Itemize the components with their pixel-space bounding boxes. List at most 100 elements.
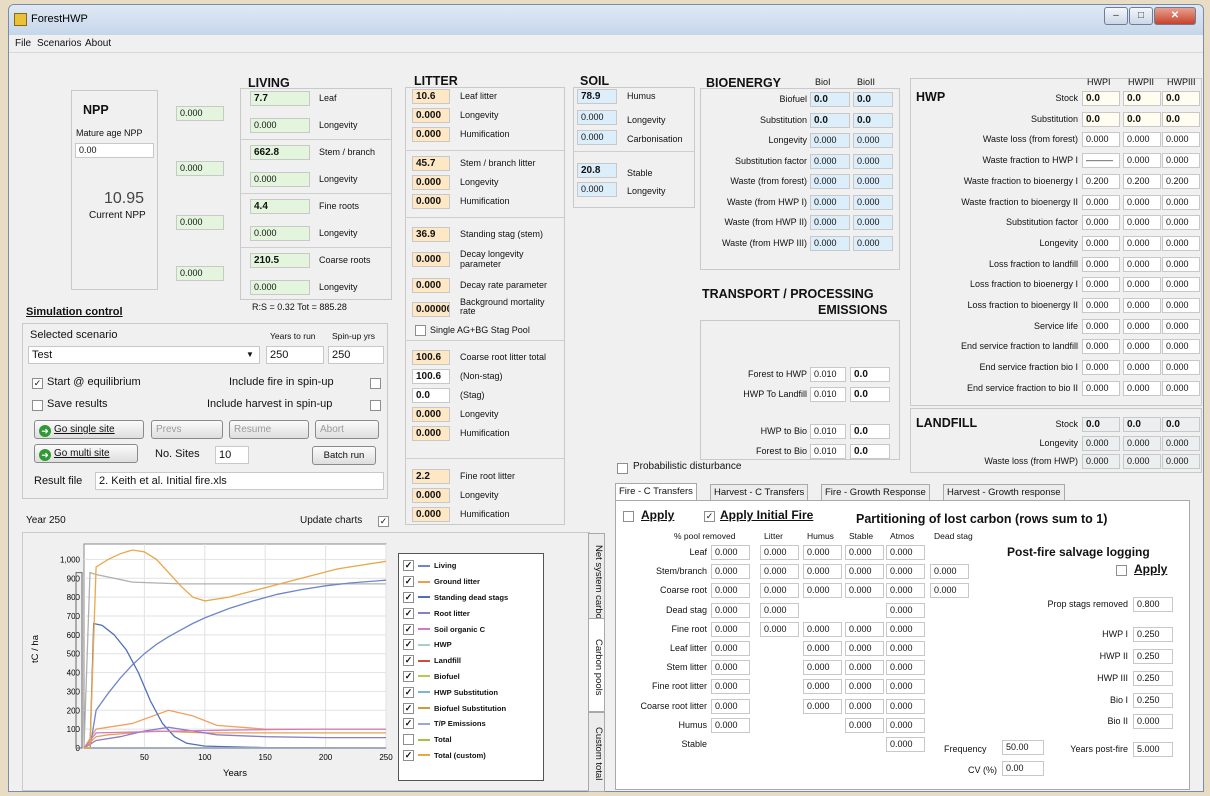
fire-input[interactable]: 0.000 — [803, 641, 842, 656]
bio2-input[interactable]: 0.0 — [853, 112, 893, 128]
npp-alloc-fine-roots[interactable]: 0.000 — [176, 215, 224, 230]
fire-input[interactable]: 0.000 — [711, 717, 750, 733]
stable-longevity[interactable]: 0.000 — [577, 182, 617, 197]
fire-input[interactable]: 0.000 — [803, 621, 842, 637]
fire-input[interactable]: 0.000 — [803, 564, 842, 580]
bio1-input[interactable]: 0.000 — [810, 153, 850, 169]
fire-input[interactable]: 0.000 — [711, 545, 750, 560]
landfill-input[interactable]: 0.000 — [1123, 435, 1161, 451]
fire-input[interactable]: 0.000 — [845, 698, 884, 714]
legend-item[interactable]: ✓ Soil organic C — [403, 621, 543, 637]
legend-item[interactable]: ✓ T/P Emissions — [403, 716, 543, 732]
salvage-input[interactable]: 0.250 — [1133, 649, 1173, 664]
hwp-input[interactable]: 0.0 — [1123, 91, 1161, 106]
bio2-input[interactable]: 0.000 — [853, 235, 893, 251]
coarse-longevity-value[interactable]: 0.000 — [412, 407, 450, 422]
result-file-input[interactable]: 2. Keith et al. Initial fire.xls — [95, 472, 384, 490]
years-input[interactable]: 250 — [266, 346, 324, 364]
living-pool-value[interactable]: 662.8 — [250, 145, 310, 160]
living-pool-value[interactable]: 210.5 — [250, 253, 310, 268]
npp-alloc-stem[interactable]: 0.000 — [176, 161, 224, 176]
scenario-select[interactable]: Test — [28, 346, 260, 364]
hwp-input[interactable]: 0.200 — [1123, 173, 1161, 189]
salvage-input[interactable]: 0.250 — [1133, 627, 1173, 642]
landfill-input[interactable]: 0.000 — [1082, 454, 1120, 469]
coarse-stag-value[interactable]: 0.0 — [412, 388, 450, 403]
landfill-input[interactable]: 0.000 — [1162, 454, 1200, 469]
no-sites-input[interactable]: 10 — [215, 446, 249, 464]
menu-file[interactable]: File — [15, 38, 31, 49]
hwp-input[interactable]: 0.000 — [1082, 215, 1120, 231]
fire-input[interactable]: 0.000 — [760, 583, 799, 599]
stem-litter-value[interactable]: 45.7 — [412, 156, 450, 171]
abort-button[interactable]: Abort — [315, 420, 379, 439]
hwp-input[interactable]: 0.200 — [1082, 173, 1120, 189]
landfill-input[interactable]: 0.0 — [1162, 417, 1200, 432]
living-pool-value[interactable]: 4.4 — [250, 199, 310, 214]
tp-value[interactable]: 0.0 — [850, 387, 890, 402]
fire-input[interactable]: 0.000 — [803, 679, 842, 695]
hwp-input[interactable]: 0.000 — [1123, 132, 1161, 148]
bio1-input[interactable]: 0.0 — [810, 112, 850, 128]
hwp-input[interactable]: 0.000 — [1162, 194, 1200, 210]
tab-harvest-growth[interactable]: Harvest - Growth response — [943, 484, 1065, 501]
fire-input[interactable]: 0.000 — [845, 641, 884, 656]
harvest-spin-checkbox[interactable] — [370, 400, 381, 411]
stag-decay-rate[interactable]: 0.000 — [412, 278, 450, 293]
hwp-input[interactable]: 0.000 — [1123, 339, 1161, 355]
legend-checkbox[interactable]: ✓ — [403, 639, 414, 651]
hwp-input[interactable]: 0.000 — [1123, 215, 1161, 231]
apply-initial-fire-checkbox[interactable]: ✓ — [704, 511, 715, 522]
hwp-input[interactable]: ——— — [1082, 153, 1120, 169]
hwp-input[interactable]: 0.000 — [1123, 318, 1161, 334]
fire-input[interactable]: 0.000 — [886, 564, 925, 580]
hwp-input[interactable]: 0.0 — [1162, 91, 1200, 106]
hwp-input[interactable]: 0.000 — [1082, 235, 1120, 251]
hwp-input[interactable]: 0.000 — [1123, 235, 1161, 251]
legend-checkbox[interactable]: ✓ — [403, 749, 414, 761]
go-multi-button[interactable]: ➜ Go multi site — [34, 444, 138, 463]
salvage-input[interactable]: 0.250 — [1133, 693, 1173, 708]
fine-litter-value[interactable]: 2.2 — [412, 469, 450, 484]
legend-item[interactable]: ✓ HWP Substitution — [403, 684, 543, 700]
fire-input[interactable]: 0.000 — [711, 602, 750, 618]
legend-checkbox[interactable]: ✓ — [403, 686, 414, 698]
stag-value[interactable]: 36.9 — [412, 227, 450, 242]
prob-dist-checkbox[interactable] — [617, 463, 628, 474]
bio2-input[interactable]: 0.000 — [853, 174, 893, 189]
landfill-input[interactable]: 0.0 — [1123, 417, 1161, 432]
tp-rate-input[interactable]: 0.010 — [810, 387, 846, 402]
bio2-input[interactable]: 0.000 — [853, 133, 893, 148]
bio1-input[interactable]: 0.000 — [810, 194, 850, 210]
hwp-input[interactable]: 0.000 — [1162, 360, 1200, 376]
fine-litter-longevity[interactable]: 0.000 — [412, 488, 450, 503]
tab-fire-c[interactable]: Fire - C Transfers — [615, 483, 697, 501]
legend-checkbox[interactable]: ✓ — [403, 560, 414, 572]
hwp-input[interactable]: 0.000 — [1162, 132, 1200, 148]
bio1-input[interactable]: 0.000 — [810, 174, 850, 189]
hwp-input[interactable]: 0.000 — [1123, 194, 1161, 210]
legend-item[interactable]: Total — [403, 732, 543, 748]
menu-scenarios[interactable]: Scenarios — [37, 38, 81, 49]
coarse-humification-value[interactable]: 0.000 — [412, 426, 450, 441]
bio2-input[interactable]: 0.000 — [853, 215, 893, 230]
hwp-input[interactable]: 0.0 — [1082, 91, 1120, 106]
hwp-input[interactable]: 0.000 — [1162, 153, 1200, 169]
hwp-input[interactable]: 0.000 — [1123, 256, 1161, 272]
living-longevity-input[interactable]: 0.000 — [250, 172, 310, 187]
fire-input[interactable]: 0.000 — [886, 621, 925, 637]
humus-value[interactable]: 78.9 — [577, 89, 617, 104]
fire-input[interactable]: 0.000 — [803, 660, 842, 676]
tab-carbon-pools[interactable]: Carbon pools — [588, 618, 605, 712]
salvage-input[interactable]: 0.800 — [1133, 597, 1173, 612]
save-results-checkbox[interactable] — [32, 400, 43, 411]
fine-litter-humification[interactable]: 0.000 — [412, 507, 450, 522]
legend-item[interactable]: ✓ Total (custom) — [403, 748, 543, 764]
hwp-input[interactable]: 0.000 — [1162, 215, 1200, 231]
bio1-input[interactable]: 0.000 — [810, 133, 850, 148]
fire-input[interactable]: 0.000 — [760, 564, 799, 580]
hwp-input[interactable]: 0.000 — [1123, 153, 1161, 169]
fire-input[interactable]: 0.000 — [845, 621, 884, 637]
hwp-input[interactable]: 0.000 — [1162, 235, 1200, 251]
hwp-input[interactable]: 0.0 — [1082, 111, 1120, 127]
